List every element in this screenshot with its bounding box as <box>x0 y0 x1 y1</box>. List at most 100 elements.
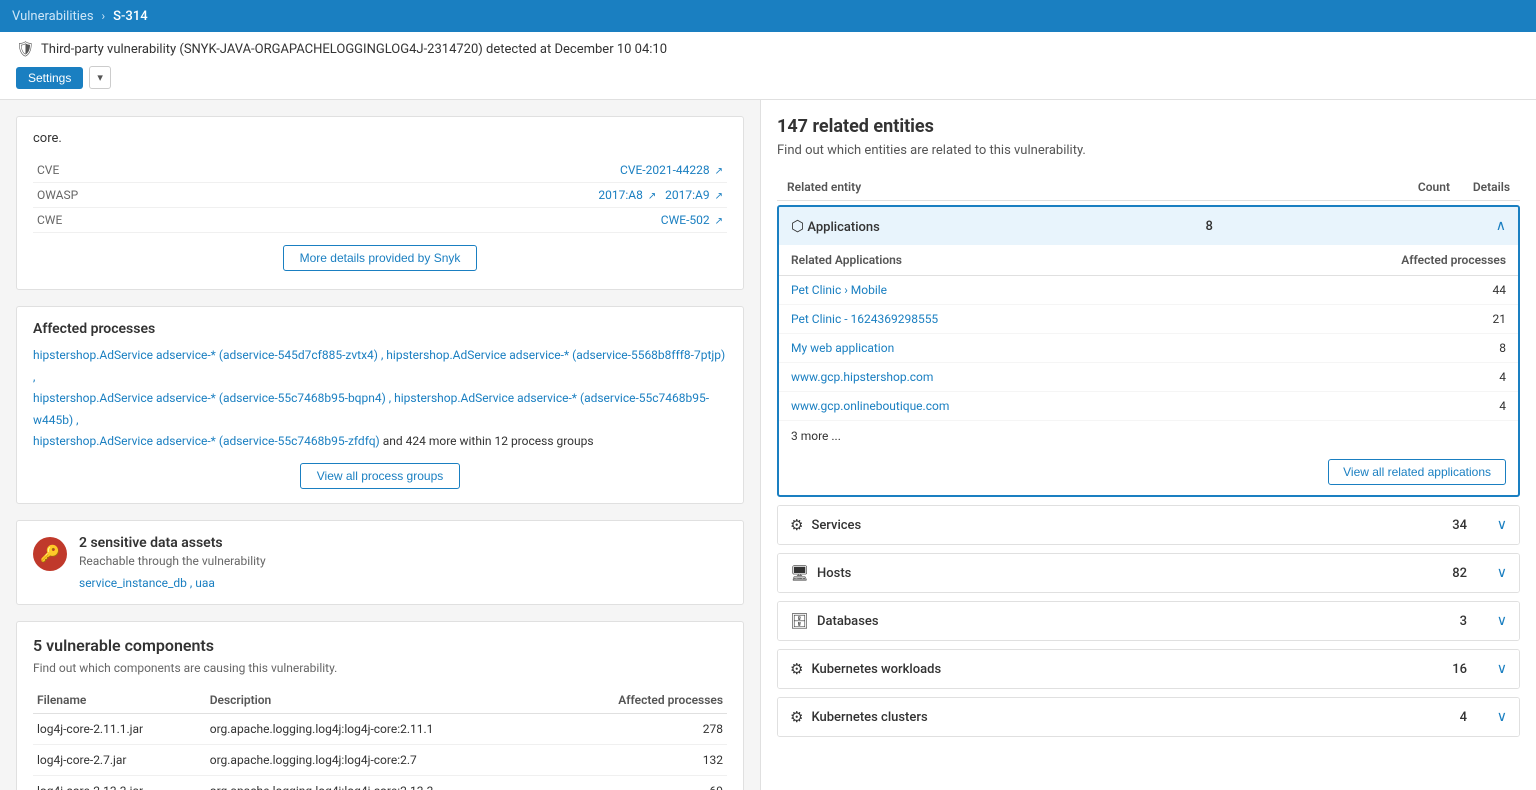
entity-row: ⚙ Services 34 ∨ <box>777 505 1520 545</box>
owasp-link1[interactable]: 2017:A8 ↗ <box>598 188 656 202</box>
entity-icon: ⚙ <box>790 516 803 534</box>
cve-row: CVE CVE-2021-44228 ↗ <box>33 158 727 183</box>
app-table-header-row: Related Applications Affected processes <box>779 245 1518 276</box>
applications-section: ⬡ Applications 8 ∧ Related Applications … <box>777 205 1520 497</box>
entity-row-header-kubernetes-clusters[interactable]: ⚙ Kubernetes clusters 4 ∨ <box>778 698 1519 736</box>
sensitive-link-1[interactable]: service_instance_db <box>79 576 187 590</box>
app-affected: 8 <box>1212 334 1518 363</box>
main-layout: core. CVE CVE-2021-44228 ↗ OWASP 2017:A8… <box>0 100 1536 790</box>
app-affected: 4 <box>1212 363 1518 392</box>
chevron-down-icon: ∨ <box>1467 565 1507 581</box>
entity-row: ⚙ Kubernetes clusters 4 ∨ <box>777 697 1520 737</box>
comp-filename: log4j-core-2.7.jar <box>33 744 206 775</box>
entity-label: Services <box>811 518 861 533</box>
owasp-ext-icon2: ↗ <box>715 191 723 202</box>
applications-name-area: ⬡ Applications <box>791 217 880 235</box>
sensitive-data-section: 🔑 2 sensitive data assets Reachable thro… <box>16 520 744 605</box>
components-table: Filename Description Affected processes … <box>33 687 727 790</box>
cwe-link[interactable]: CWE-502 ↗ <box>661 213 723 227</box>
vuln-description: Third-party vulnerability (SNYK-JAVA-ORG… <box>41 42 667 57</box>
entity-row: 🖥 Hosts 82 ∨ <box>777 553 1520 593</box>
right-panel: 147 related entities Find out which enti… <box>760 100 1536 790</box>
entity-row: ⚙ Kubernetes workloads 16 ∨ <box>777 649 1520 689</box>
shield-icon: 🛡 <box>16 40 35 58</box>
col-affected: Affected processes <box>556 687 727 714</box>
entity-label: Kubernetes clusters <box>811 710 927 725</box>
entity-label: Kubernetes workloads <box>811 662 941 677</box>
list-item: Pet Clinic › Mobile 44 <box>779 276 1518 305</box>
applications-count: 8 <box>1133 219 1213 234</box>
top-nav: Vulnerabilities › S-314 <box>0 0 1536 32</box>
cwe-ext-icon: ↗ <box>715 216 723 227</box>
app-name: www.gcp.onlineboutique.com <box>779 392 1212 421</box>
entity-list: ⚙ Services 34 ∨ 🖥 Hosts 82 ∨ 🗄 Databases… <box>777 505 1520 737</box>
meta-table: CVE CVE-2021-44228 ↗ OWASP 2017:A8 ↗ 201… <box>33 158 727 233</box>
owasp-link2[interactable]: 2017:A9 ↗ <box>665 188 723 202</box>
entity-row-header-databases[interactable]: 🗄 Databases 3 ∨ <box>778 602 1519 640</box>
app-affected: 44 <box>1212 276 1518 305</box>
app-col-name: Related Applications <box>779 245 1212 276</box>
table-row: log4j-core-2.11.1.jar org.apache.logging… <box>33 713 727 744</box>
entity-icon: ⚙ <box>790 660 803 678</box>
sensitive-link-2[interactable]: uaa <box>195 576 215 590</box>
vuln-comp-title: 5 vulnerable components <box>33 636 727 655</box>
process-link-1[interactable]: hipstershop.AdService adservice-* (adser… <box>33 348 378 362</box>
settings-button[interactable]: Settings <box>16 67 83 89</box>
sub-header: 🛡 Third-party vulnerability (SNYK-JAVA-O… <box>0 32 1536 100</box>
entity-name-area: ⚙ Kubernetes workloads <box>790 660 1387 678</box>
left-panel: core. CVE CVE-2021-44228 ↗ OWASP 2017:A8… <box>0 100 760 790</box>
list-item: www.gcp.hipstershop.com 4 <box>779 363 1518 392</box>
core-text: core. <box>33 131 727 146</box>
process-link-2[interactable]: hipstershop.AdService adservice-* (adser… <box>386 348 725 362</box>
affected-processes-section: Affected processes hipstershop.AdService… <box>16 306 744 504</box>
more-apps-text: 3 more ... <box>779 421 1518 451</box>
entity-row-header-kubernetes-workloads[interactable]: ⚙ Kubernetes workloads 16 ∨ <box>778 650 1519 688</box>
vuln-title-row: 🛡 Third-party vulnerability (SNYK-JAVA-O… <box>16 40 1520 58</box>
col-description: Description <box>206 687 557 714</box>
process-link-3[interactable]: hipstershop.AdService adservice-* (adser… <box>33 391 386 405</box>
cve-link[interactable]: CVE-2021-44228 ↗ <box>620 163 723 177</box>
entity-label: Databases <box>817 614 879 629</box>
chevron-down-icon: ∨ <box>1467 517 1507 533</box>
comp-table-header-row: Filename Description Affected processes <box>33 687 727 714</box>
vuln-comp-subtitle: Find out which components are causing th… <box>33 661 727 675</box>
list-item: Pet Clinic - 1624369298555 21 <box>779 305 1518 334</box>
comp-table-body: log4j-core-2.11.1.jar org.apache.logging… <box>33 713 727 790</box>
process-link-5[interactable]: hipstershop.AdService adservice-* (adser… <box>33 434 380 448</box>
comp-affected: 278 <box>556 713 727 744</box>
chevron-down-icon: ∨ <box>1467 709 1507 725</box>
entity-row-header-hosts[interactable]: 🖥 Hosts 82 ∨ <box>778 554 1519 592</box>
entity-name-area: ⚙ Kubernetes clusters <box>790 708 1387 726</box>
chevron-down-icon: ∨ <box>1467 613 1507 629</box>
snyk-details-button[interactable]: More details provided by Snyk <box>283 245 478 271</box>
nav-breadcrumb-vulnerabilities[interactable]: Vulnerabilities <box>12 9 94 24</box>
applications-header[interactable]: ⬡ Applications 8 ∧ <box>779 207 1518 245</box>
sensitive-data-content: 2 sensitive data assets Reachable throug… <box>79 535 266 590</box>
owasp-label: OWASP <box>33 183 103 208</box>
comp-description: org.apache.logging.log4j:log4j-core:2.11… <box>206 713 557 744</box>
sensitive-data-subtitle: Reachable through the vulnerability <box>79 554 266 568</box>
entity-count: 34 <box>1387 518 1467 533</box>
entity-row-header-services[interactable]: ⚙ Services 34 ∨ <box>778 506 1519 544</box>
col-details-header: Details <box>1450 180 1510 194</box>
cve-ext-icon: ↗ <box>715 166 723 177</box>
applications-table-body: Pet Clinic › Mobile 44 Pet Clinic - 1624… <box>779 276 1518 421</box>
cwe-label: CWE <box>33 208 103 233</box>
comp-affected: 132 <box>556 744 727 775</box>
entity-count: 82 <box>1387 566 1467 581</box>
related-subtitle: Find out which entities are related to t… <box>777 143 1520 158</box>
entity-label: Hosts <box>817 566 851 581</box>
sensitive-data-title: 2 sensitive data assets <box>79 535 266 551</box>
settings-dropdown-button[interactable]: ▾ <box>89 66 111 89</box>
entity-count: 16 <box>1387 662 1467 677</box>
col-count-header: Count <box>1370 180 1450 194</box>
view-all-applications-button[interactable]: View all related applications <box>1328 459 1506 485</box>
view-process-groups-button[interactable]: View all process groups <box>300 463 461 489</box>
affected-more-text: and 424 more within 12 process groups <box>383 434 594 448</box>
owasp-row: OWASP 2017:A8 ↗ 2017:A9 ↗ <box>33 183 727 208</box>
cve-label: CVE <box>33 158 103 183</box>
app-name: www.gcp.hipstershop.com <box>779 363 1212 392</box>
entity-name-area: ⚙ Services <box>790 516 1387 534</box>
app-affected: 4 <box>1212 392 1518 421</box>
applications-icon: ⬡ <box>791 217 804 235</box>
